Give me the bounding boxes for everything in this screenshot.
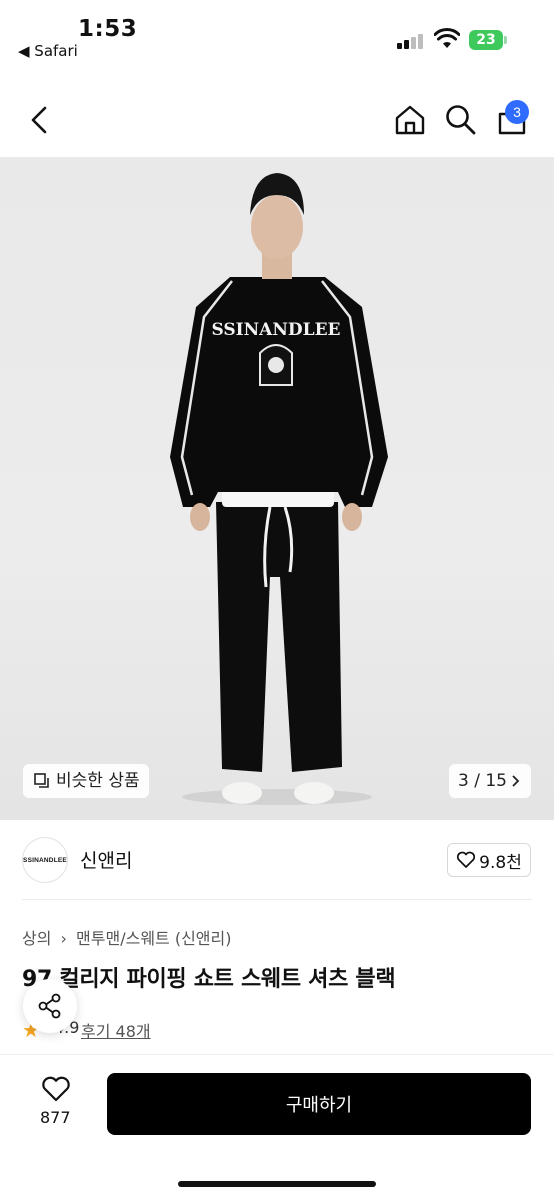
brand-logo[interactable]: SSINANDLEE	[22, 837, 68, 883]
back-chevron-icon[interactable]	[24, 104, 56, 136]
heart-icon	[457, 851, 476, 868]
home-icon[interactable]	[394, 104, 426, 136]
similar-products-button[interactable]: 비슷한 상품	[23, 764, 149, 798]
brand-like-button[interactable]: 9.8천	[447, 843, 531, 877]
similar-products-label: 비슷한 상품	[56, 771, 140, 791]
status-time: 1:53	[78, 16, 138, 42]
battery-indicator: 23	[469, 30, 503, 50]
sweatshirt-print-text: SSINANDLEE	[211, 320, 340, 340]
image-pager-button[interactable]: 3 / 15	[449, 764, 531, 798]
divider	[22, 899, 532, 900]
buy-button[interactable]: 구매하기	[107, 1073, 531, 1135]
copy-icon	[34, 773, 49, 788]
brand-logo-text: SSINANDLEE	[23, 856, 67, 864]
wishlist-heart-icon[interactable]	[41, 1076, 71, 1103]
breadcrumb-chevron-icon: ›	[60, 929, 67, 948]
signal-icon	[397, 33, 424, 49]
search-icon[interactable]	[444, 103, 476, 135]
wishlist-count: 877	[40, 1108, 71, 1127]
wifi-icon	[434, 28, 460, 48]
chevron-right-icon	[512, 775, 520, 787]
model-photo: SSINANDLEE	[170, 173, 388, 805]
breadcrumb-root[interactable]: 상의	[22, 929, 51, 948]
breadcrumb: 상의 › 맨투맨/스웨트 (신앤리)	[22, 925, 232, 949]
product-title: 97 컬리지 파이핑 쇼트 스웨트 셔츠 블랙	[22, 967, 396, 992]
home-indicator[interactable]	[178, 1181, 376, 1187]
cart-count-badge: 3	[505, 100, 529, 124]
page-indicator: 3 / 15	[458, 771, 507, 791]
reviews-link[interactable]: 후기 48개	[81, 1018, 151, 1042]
breadcrumb-sub[interactable]: 맨투맨/스웨트 (신앤리)	[76, 929, 231, 948]
product-image[interactable]: SSINANDLEE	[0, 157, 554, 820]
battery-tip	[504, 36, 507, 44]
share-button[interactable]	[23, 979, 77, 1033]
bottom-bar-divider	[0, 1054, 554, 1055]
brand-like-count: 9.8천	[479, 852, 522, 873]
brand-name[interactable]: 신앤리	[80, 846, 132, 873]
back-to-safari-link[interactable]: ◀ Safari	[18, 42, 78, 60]
share-icon	[38, 993, 61, 1019]
